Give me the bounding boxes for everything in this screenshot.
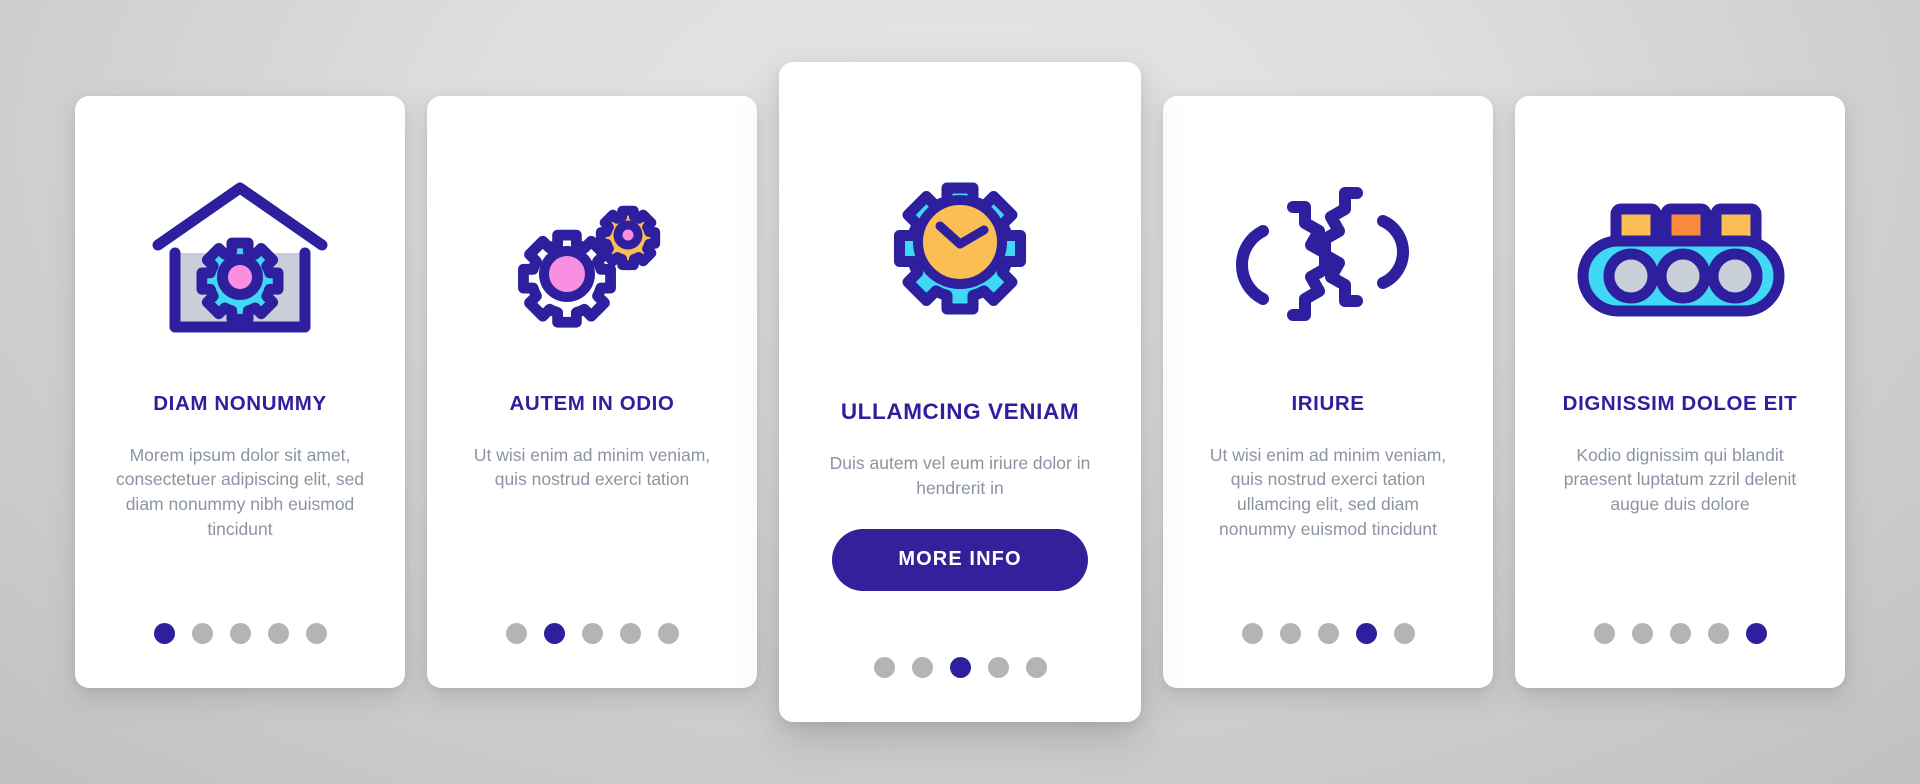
onboarding-card-5[interactable]: DIGNISSIM DOLOE EIT Kodio dignissim qui … — [1515, 96, 1845, 688]
pagination-dots — [427, 623, 757, 644]
conveyor-belt-icon — [1541, 126, 1819, 386]
card-body-text: Ut wisi enim ad minim veniam, quis nostr… — [1209, 444, 1447, 540]
card-title: AUTEM IN ODIO — [509, 392, 675, 415]
onboarding-screen-background: DIAM NONUMMY Morem ipsum dolor sit amet,… — [0, 0, 1920, 784]
pagination-dot-4[interactable] — [619, 623, 641, 644]
pagination-dot-1[interactable] — [153, 623, 175, 644]
house-with-gear-icon — [101, 126, 379, 386]
pagination-dot-1[interactable] — [873, 657, 895, 678]
pagination-dot-2[interactable] — [1279, 623, 1301, 644]
pagination-dot-2[interactable] — [1631, 623, 1653, 644]
onboarding-card-carousel: DIAM NONUMMY Morem ipsum dolor sit amet,… — [0, 0, 1920, 784]
pagination-dot-5[interactable] — [1745, 623, 1767, 644]
more-info-button[interactable]: MORE INFO — [832, 528, 1088, 591]
pagination-dot-3[interactable] — [581, 623, 603, 644]
gear-clock-icon — [807, 92, 1113, 392]
pagination-dot-5[interactable] — [657, 623, 679, 644]
onboarding-card-3-featured[interactable]: ULLAMCING VENIAM Duis autem vel eum iriu… — [779, 62, 1141, 722]
onboarding-card-4[interactable]: IRIURE Ut wisi enim ad minim veniam, qui… — [1163, 96, 1493, 688]
pagination-dot-4[interactable] — [1355, 623, 1377, 644]
onboarding-card-1[interactable]: DIAM NONUMMY Morem ipsum dolor sit amet,… — [75, 96, 405, 688]
card-title: DIAM NONUMMY — [153, 392, 327, 415]
pagination-dot-2[interactable] — [191, 623, 213, 644]
card-body-text: Morem ipsum dolor sit amet, consectetuer… — [115, 444, 365, 540]
card-body-text: Ut wisi enim ad minim veniam, quis nostr… — [473, 444, 711, 490]
pagination-dots — [779, 657, 1141, 678]
card-title: IRIURE — [1291, 392, 1365, 415]
pagination-dot-4[interactable] — [1707, 623, 1729, 644]
pagination-dot-2[interactable] — [911, 657, 933, 678]
pagination-dot-1[interactable] — [1593, 623, 1615, 644]
pagination-dots — [1163, 623, 1493, 644]
card-title: DIGNISSIM DOLOE EIT — [1562, 392, 1798, 415]
pagination-dot-5[interactable] — [1393, 623, 1415, 644]
pagination-dots — [1515, 623, 1845, 644]
pagination-dots — [75, 623, 405, 644]
pagination-dot-3[interactable] — [1317, 623, 1339, 644]
pagination-dot-3[interactable] — [229, 623, 251, 644]
card-title: ULLAMCING VENIAM — [840, 399, 1080, 424]
pagination-dot-4[interactable] — [987, 657, 1009, 678]
onboarding-card-2[interactable]: AUTEM IN ODIO Ut wisi enim ad minim veni… — [427, 96, 757, 688]
pagination-dot-3[interactable] — [949, 657, 971, 678]
card-body-text: Duis autem vel eum iriure dolor in hendr… — [829, 453, 1091, 498]
pagination-dot-1[interactable] — [505, 623, 527, 644]
meshing-gears-outline-icon — [1189, 126, 1467, 386]
two-gears-icon — [453, 126, 731, 386]
pagination-dot-1[interactable] — [1241, 623, 1263, 644]
pagination-dot-5[interactable] — [1025, 657, 1047, 678]
pagination-dot-5[interactable] — [305, 623, 327, 644]
pagination-dot-4[interactable] — [267, 623, 289, 644]
pagination-dot-3[interactable] — [1669, 623, 1691, 644]
pagination-dot-2[interactable] — [543, 623, 565, 644]
card-body-text: Kodio dignissim qui blandit praesent lup… — [1563, 444, 1797, 515]
